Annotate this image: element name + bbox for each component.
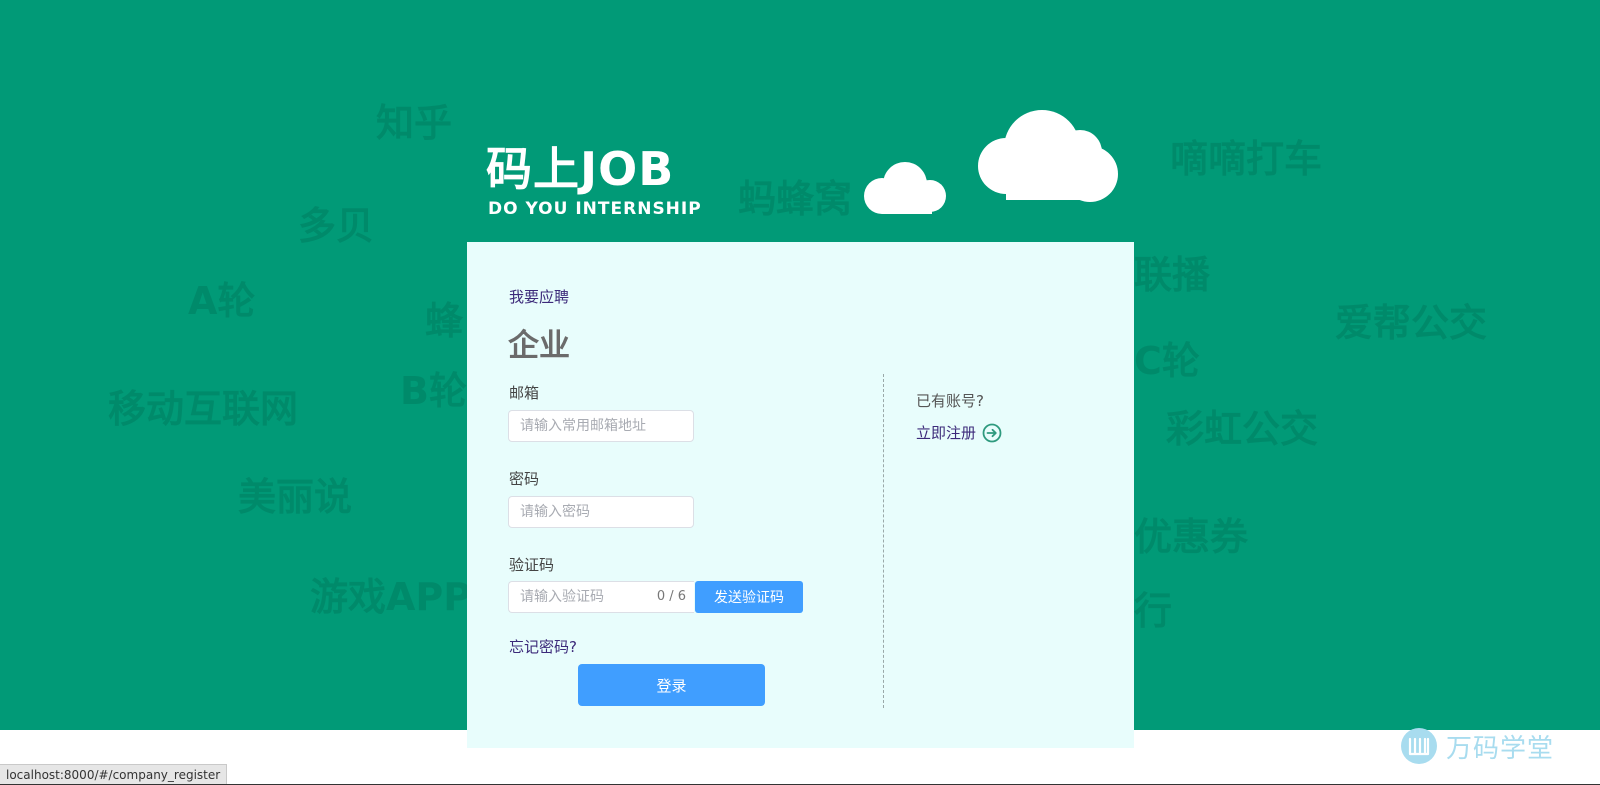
register-link-label[interactable]: 立即注册 [916,422,976,443]
background-word: 爱帮公交 [1335,301,1488,345]
background-word: 蚂蜂窝 [738,177,853,221]
background-word: B轮 [400,369,467,413]
password-label: 密码 [509,470,540,488]
browser-status-bar: localhost:8000/#/company_register [0,764,228,785]
background-word: 游戏APP [310,575,472,619]
background-word: 蜂 [425,299,464,343]
apply-as-candidate-link[interactable]: 我要应聘 [509,286,569,307]
vertical-divider [883,374,884,708]
background-word: 多贝 [298,204,375,248]
verification-code-label: 验证码 [509,556,555,574]
background-word: C轮 [1134,339,1200,383]
email-label: 邮箱 [509,384,540,402]
forgot-password-link[interactable]: 忘记密码? [509,636,577,657]
background-word: 知乎 [376,101,453,145]
background-word: 美丽说 [238,475,353,519]
background-word: 联播 [1134,253,1211,297]
cloud-large-icon [978,110,1118,202]
role-title: 企业 [508,328,570,364]
background-word: 嘀嘀打车 [1170,137,1323,181]
register-link[interactable]: 立即注册 [916,422,1002,443]
verification-code-counter: 0 / 6 [656,589,686,604]
brand-logo-title: 码上JOB [486,142,675,196]
background-word: 彩虹公交 [1166,407,1319,451]
arrow-right-circle-icon[interactable] [982,423,1002,443]
password-field[interactable] [508,496,694,528]
background-word: 行 [1134,589,1173,633]
watermark: 万码学堂 [1400,726,1570,766]
verification-code-wrapper: 0 / 6 [508,581,694,613]
background-word: 移动互联网 [108,387,299,431]
has-account-text: 已有账号? [916,392,984,410]
watermark-text: 万码学堂 [1446,733,1555,764]
brand-logo: 码上JOB DO YOU INTERNSHIP [486,146,726,224]
wanma-logo-icon [1401,728,1437,764]
background-word: 优惠券 [1134,515,1249,559]
email-field[interactable] [508,410,694,442]
send-code-button[interactable]: 发送验证码 [695,581,803,613]
login-card: 我要应聘 企业 邮箱 密码 验证码 0 / 6 发送验证码 忘记密码? 登录 已… [467,242,1134,748]
verification-code-field[interactable] [509,582,644,612]
cloud-small-icon [864,162,946,214]
brand-logo-subtitle: DO YOU INTERNSHIP [488,199,702,219]
login-button[interactable]: 登录 [578,664,765,706]
background-word: A轮 [188,279,256,323]
